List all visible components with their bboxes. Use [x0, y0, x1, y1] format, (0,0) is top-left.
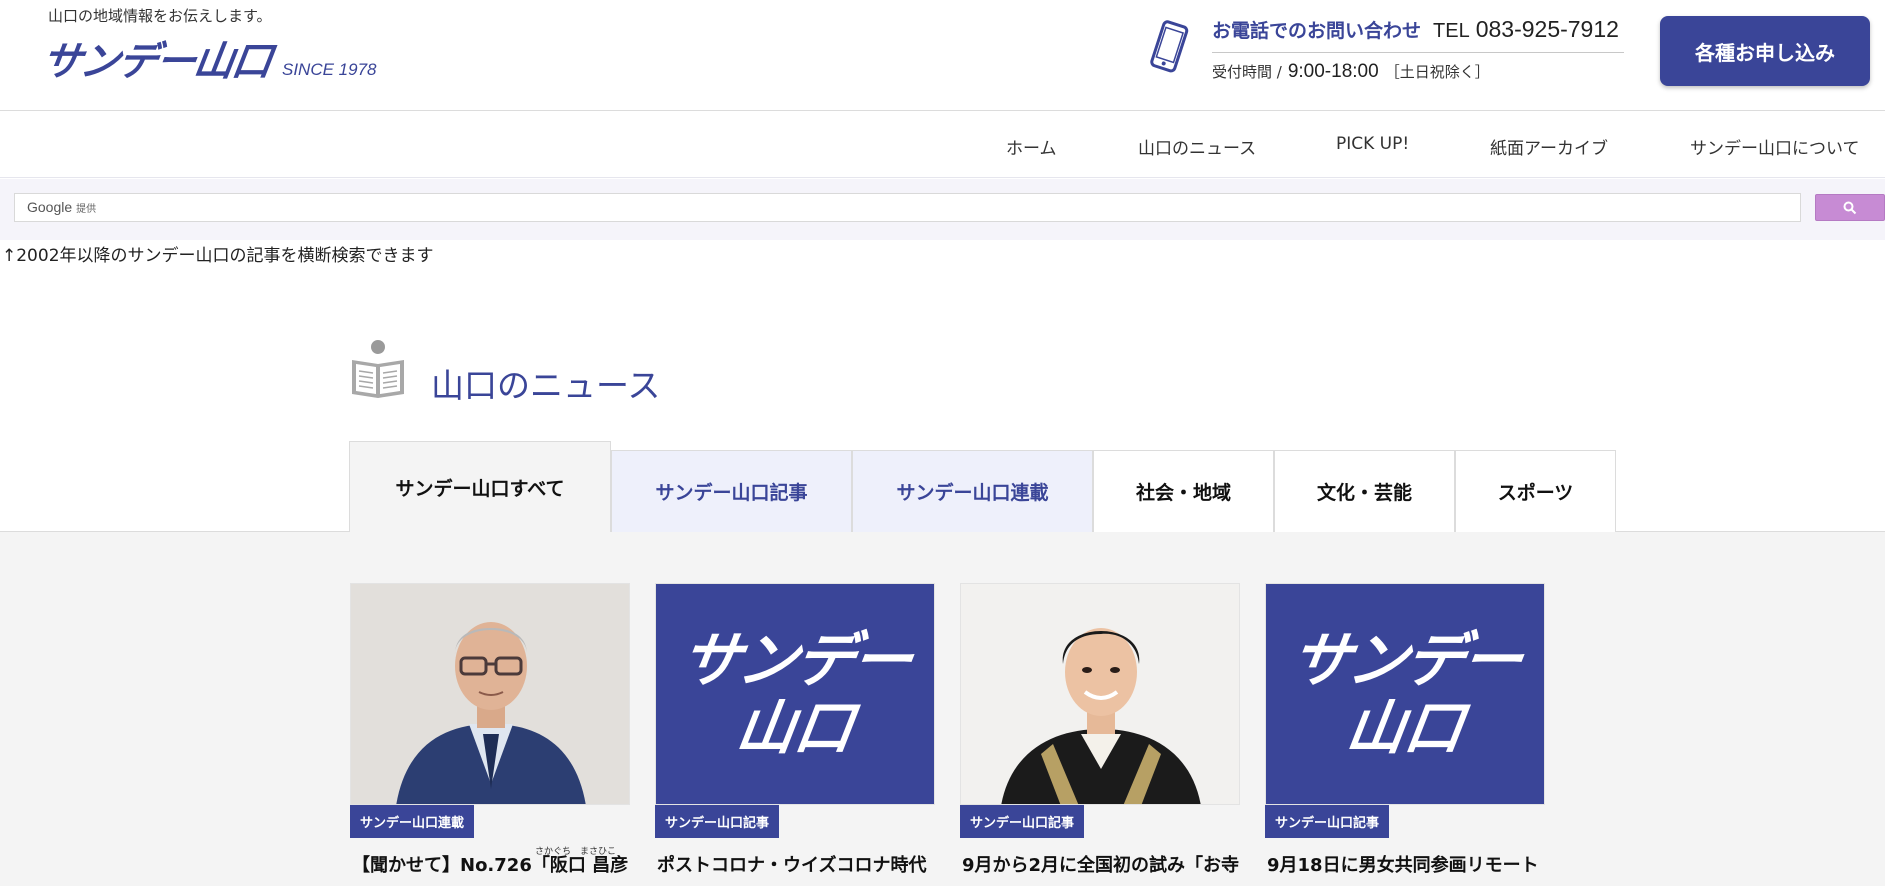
- apply-button[interactable]: 各種お申し込み: [1660, 16, 1870, 86]
- hours-note: ［土日祝除く］: [1384, 63, 1490, 81]
- search-brand-name: Google: [27, 199, 73, 215]
- thumb-logo-line2: 山口: [732, 694, 858, 762]
- hours-label: 受付時間 /: [1212, 63, 1282, 81]
- news-card[interactable]: サンデー山口連載 さかぐち まさひこ 【聞かせて】No.726「阪口 昌彦: [350, 583, 630, 886]
- card-thumbnail[interactable]: [960, 583, 1240, 805]
- card-title[interactable]: 【聞かせて】No.726「阪口 昌彦: [352, 851, 652, 877]
- card-category-badge[interactable]: サンデー山口記事: [960, 805, 1085, 838]
- search-input[interactable]: Google 提供: [14, 193, 1801, 222]
- portrait-photo: [961, 584, 1239, 804]
- site-logo[interactable]: サンデー山口 SINCE 1978: [38, 39, 377, 85]
- search-icon: [1843, 201, 1857, 214]
- contact-phone: お電話でのお問い合わせ TEL 083-925-7912 受付時間 / 9:00…: [1143, 16, 1625, 88]
- tab-series[interactable]: サンデー山口連載: [852, 450, 1093, 532]
- tab-culture[interactable]: 文化・芸能: [1274, 450, 1455, 532]
- nav-item-pickup[interactable]: PICK UP!: [1336, 134, 1409, 154]
- thumb-logo-line1: サンデー: [676, 626, 914, 696]
- thumb-logo-line1: サンデー: [1286, 626, 1524, 696]
- card-title[interactable]: 9月18日に男女共同参画リモート: [1267, 851, 1567, 877]
- card-category-badge[interactable]: サンデー山口連載: [350, 805, 475, 838]
- news-card[interactable]: サンデー山口記事 9月から2月に全国初の試み「お寺: [960, 583, 1240, 886]
- card-title[interactable]: 9月から2月に全国初の試み「お寺: [962, 851, 1262, 877]
- card-thumbnail[interactable]: サンデー 山口: [1265, 583, 1545, 805]
- site-search: Google 提供: [0, 179, 1885, 240]
- smartphone-icon: [1150, 20, 1189, 73]
- card-thumbnail[interactable]: [350, 583, 630, 805]
- search-button[interactable]: [1815, 194, 1885, 221]
- tel-number[interactable]: 083-925-7912: [1476, 16, 1619, 43]
- search-branding: Google 提供: [27, 199, 96, 215]
- logo-wordmark: サンデー山口: [38, 39, 274, 85]
- news-card[interactable]: サンデー 山口 サンデー山口記事 9月18日に男女共同参画リモート: [1265, 583, 1545, 886]
- tab-society[interactable]: 社会・地域: [1093, 450, 1274, 532]
- portrait-photo: [351, 584, 629, 804]
- main-nav: ホーム 山口のニュース PICK UP! 紙面アーカイブ サンデー山口について: [0, 112, 1885, 178]
- phone-label: お電話でのお問い合わせ: [1212, 20, 1422, 42]
- tel-label: TEL: [1433, 20, 1470, 42]
- news-list-area: [0, 532, 1885, 886]
- logo-since: SINCE 1978: [282, 60, 377, 79]
- site-header: 山口の地域情報をお伝えします。 サンデー山口 SINCE 1978 お電話でのお…: [0, 0, 1885, 111]
- nav-item-news[interactable]: 山口のニュース: [1138, 134, 1256, 159]
- site-tagline: 山口の地域情報をお伝えします。: [48, 7, 272, 25]
- search-brand-sub: 提供: [76, 204, 97, 215]
- tab-all[interactable]: サンデー山口すべて: [349, 441, 611, 532]
- thumb-logo-line2: 山口: [1342, 694, 1468, 762]
- section-title: 山口のニュース: [431, 366, 661, 405]
- nav-item-archive[interactable]: 紙面アーカイブ: [1490, 134, 1608, 159]
- phone-divider: [1212, 52, 1624, 53]
- card-category-badge[interactable]: サンデー山口記事: [655, 805, 780, 838]
- news-card[interactable]: サンデー 山口 サンデー山口記事 ポストコロナ・ウイズコロナ時代: [655, 583, 935, 886]
- card-title[interactable]: ポストコロナ・ウイズコロナ時代: [657, 851, 957, 877]
- search-note: ↑2002年以降のサンデー山口の記事を横断検索できます: [2, 246, 434, 266]
- nav-item-about[interactable]: サンデー山口について: [1690, 134, 1860, 159]
- card-thumbnail[interactable]: サンデー 山口: [655, 583, 935, 805]
- newspaper-reader-icon: [352, 340, 404, 398]
- card-category-badge[interactable]: サンデー山口記事: [1265, 805, 1390, 838]
- hours-value: 9:00-18:00: [1287, 61, 1379, 82]
- nav-item-home[interactable]: ホーム: [1006, 134, 1057, 159]
- tab-articles[interactable]: サンデー山口記事: [611, 450, 852, 532]
- tab-sports[interactable]: スポーツ: [1455, 450, 1616, 532]
